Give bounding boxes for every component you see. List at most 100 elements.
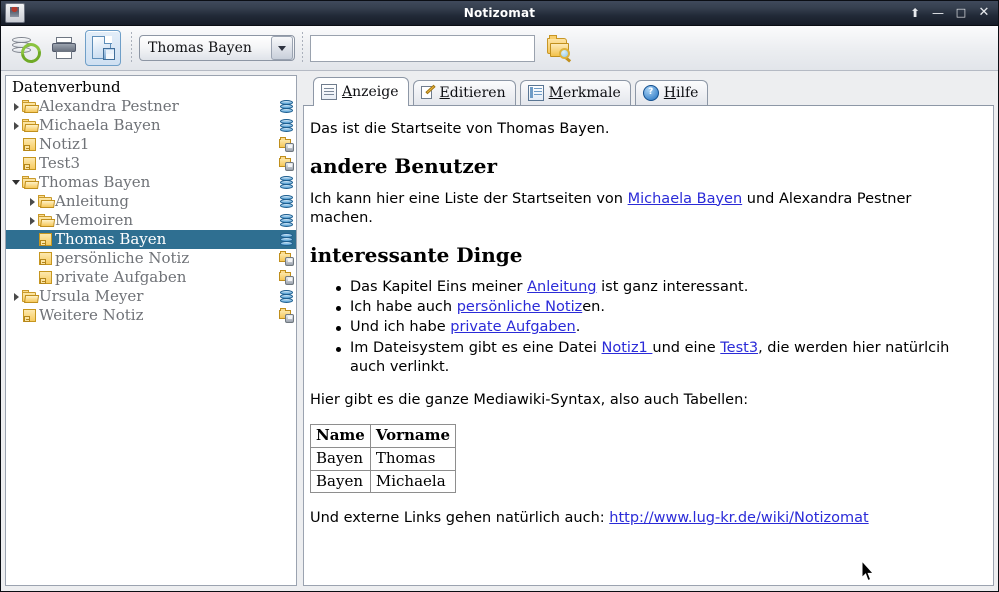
folder-icon [22,176,38,189]
tab-anzeige[interactable]: Anzeige [313,77,409,105]
minimize-button[interactable]: — [932,7,944,19]
expand-arrow-icon[interactable] [26,217,38,225]
folder-icon [38,195,54,208]
list-item: Und ich habe private Aufgaben. [350,318,977,337]
save-document-button[interactable] [85,30,121,66]
search-input[interactable] [310,35,535,62]
help-question-icon: ? [643,85,659,101]
tree-item-label: Anleitung [55,192,129,211]
intro-paragraph: Das ist die Startseite von Thomas Bayen. [310,120,977,139]
folder-icon [22,290,38,303]
tree-panel: Datenverbund Alexandra PestnerMichaela B… [5,75,297,586]
tab-label: Anzeige [342,84,399,100]
folder-icon [22,100,38,113]
expand-arrow-icon[interactable] [10,293,22,301]
list-item: Im Dateisystem gibt es eine Datei Notiz1… [350,339,977,377]
link-private-aufgaben[interactable]: private Aufgaben [450,319,576,335]
tree-item-private-aufgaben[interactable]: private Aufgaben [6,268,296,287]
save-document-icon [91,36,115,60]
tree-root-label[interactable]: Datenverbund [6,78,296,97]
chevron-down-icon[interactable] [271,36,293,60]
document-icon [321,84,337,100]
list-item: Ich habe auch persönliche Notizen. [350,298,977,317]
tree-item-label: Test3 [39,154,80,173]
table-cell: Bayen [311,447,371,470]
tab-strip: Anzeige Editieren Merkmale? Hilfe [303,75,994,106]
user-select-value: Thomas Bayen [140,40,271,56]
tab-merkmale[interactable]: Merkmale [520,80,631,105]
tree-item-alexandra-pestner[interactable]: Alexandra Pestner [6,97,296,116]
note-icon [38,233,53,247]
link-persoenliche-notiz[interactable]: persönliche Notiz [457,299,583,315]
folder-disk-badge-icon [279,137,294,152]
link-anleitung[interactable]: Anleitung [527,279,596,295]
close-button[interactable]: ✕ [978,7,990,19]
maximize-button[interactable]: □ [955,7,967,19]
tree-item-michaela-bayen[interactable]: Michaela Bayen [6,116,296,135]
wiki-document: Das ist die Startseite von Thomas Bayen.… [310,120,977,528]
tree-item-label: Memoiren [55,211,133,230]
table-header-cell: Vorname [370,424,455,447]
note-icon [38,271,53,285]
database-badge-icon [279,99,294,114]
heading-interessante-dinge: interessante Dinge [310,242,977,268]
expand-arrow-icon[interactable] [10,122,22,130]
refresh-database-button[interactable] [7,30,43,66]
tab-label: Hilfe [664,85,699,101]
database-badge-icon [279,118,294,133]
expand-arrow-icon[interactable] [10,103,22,111]
tree-item-thomas-bayen[interactable]: Thomas Bayen [6,230,296,249]
link-test3[interactable]: Test3 [720,340,758,356]
tree-item-test3[interactable]: Test3 [6,154,296,173]
tree-rows: Alexandra PestnerMichaela BayenNotiz1Tes… [6,97,296,325]
folder-icon [38,214,54,227]
window-title: Notizomat [1,1,998,25]
folder-search-icon [546,37,570,59]
bullet-1-before: Das Kapitel Eins meiner [350,279,527,295]
list-item: Das Kapitel Eins meiner Anleitung ist ga… [350,278,977,297]
toolbar: Thomas Bayen [1,26,998,71]
tree-item-label: Thomas Bayen [39,173,150,192]
tab-label: Merkmale [549,85,621,101]
external-link-paragraph: Und externe Links gehen natürlich auch: … [310,509,977,528]
bullet-3-after: . [576,319,581,335]
tab-hilfe[interactable]: ? Hilfe [635,80,709,105]
folder-disk-badge-icon [279,251,294,266]
shade-button[interactable]: ⬆ [909,7,921,19]
note-icon [22,138,37,152]
tree-item-notiz1[interactable]: Notiz1 [6,135,296,154]
tree-item-weitere-notiz[interactable]: Weitere Notiz [6,306,296,325]
table-row: Bayen Thomas [311,447,456,470]
expand-arrow-icon[interactable] [26,198,38,206]
window-controls: ⬆ — □ ✕ [909,7,990,19]
table-row: Bayen Michaela [311,470,456,493]
folder-disk-badge-icon [279,270,294,285]
tree-item-pers-nliche-notiz[interactable]: persönliche Notiz [6,249,296,268]
link-external-notizomat[interactable]: http://www.lug-kr.de/wiki/Notizomat [609,510,868,526]
table-cell: Thomas [370,447,455,470]
tree-item-label: Weitere Notiz [39,306,143,325]
collapse-arrow-icon[interactable] [10,180,22,185]
folder-disk-badge-icon [279,156,294,171]
bullet-1-after: ist ganz interessant. [597,279,749,295]
search-button[interactable] [544,34,572,62]
link-michaela-bayen[interactable]: Michaela Bayen [628,191,743,207]
database-badge-icon [279,194,294,209]
database-badge-icon [279,213,294,228]
table-cell: Bayen [311,470,371,493]
tab-editieren[interactable]: Editieren [413,80,516,105]
tree-item-anleitung[interactable]: Anleitung [6,192,296,211]
link-notiz1[interactable]: Notiz1 [602,340,653,356]
edit-pencil-icon [421,86,435,100]
table-intro-paragraph: Hier gibt es die ganze Mediawiki-Syntax,… [310,391,977,410]
tree-item-thomas-bayen[interactable]: Thomas Bayen [6,173,296,192]
toolbar-separator-1 [131,32,132,64]
tree-item-ursula-meyer[interactable]: Ursula Meyer [6,287,296,306]
user-select[interactable]: Thomas Bayen [139,35,295,61]
bullet-4-mid: und eine [652,340,720,356]
app-window: Notizomat ⬆ — □ ✕ Thomas Bayen [0,0,999,592]
tree-item-memoiren[interactable]: Memoiren [6,211,296,230]
print-button[interactable] [46,30,82,66]
database-badge-icon [279,175,294,190]
tree-item-label: Ursula Meyer [39,287,143,306]
